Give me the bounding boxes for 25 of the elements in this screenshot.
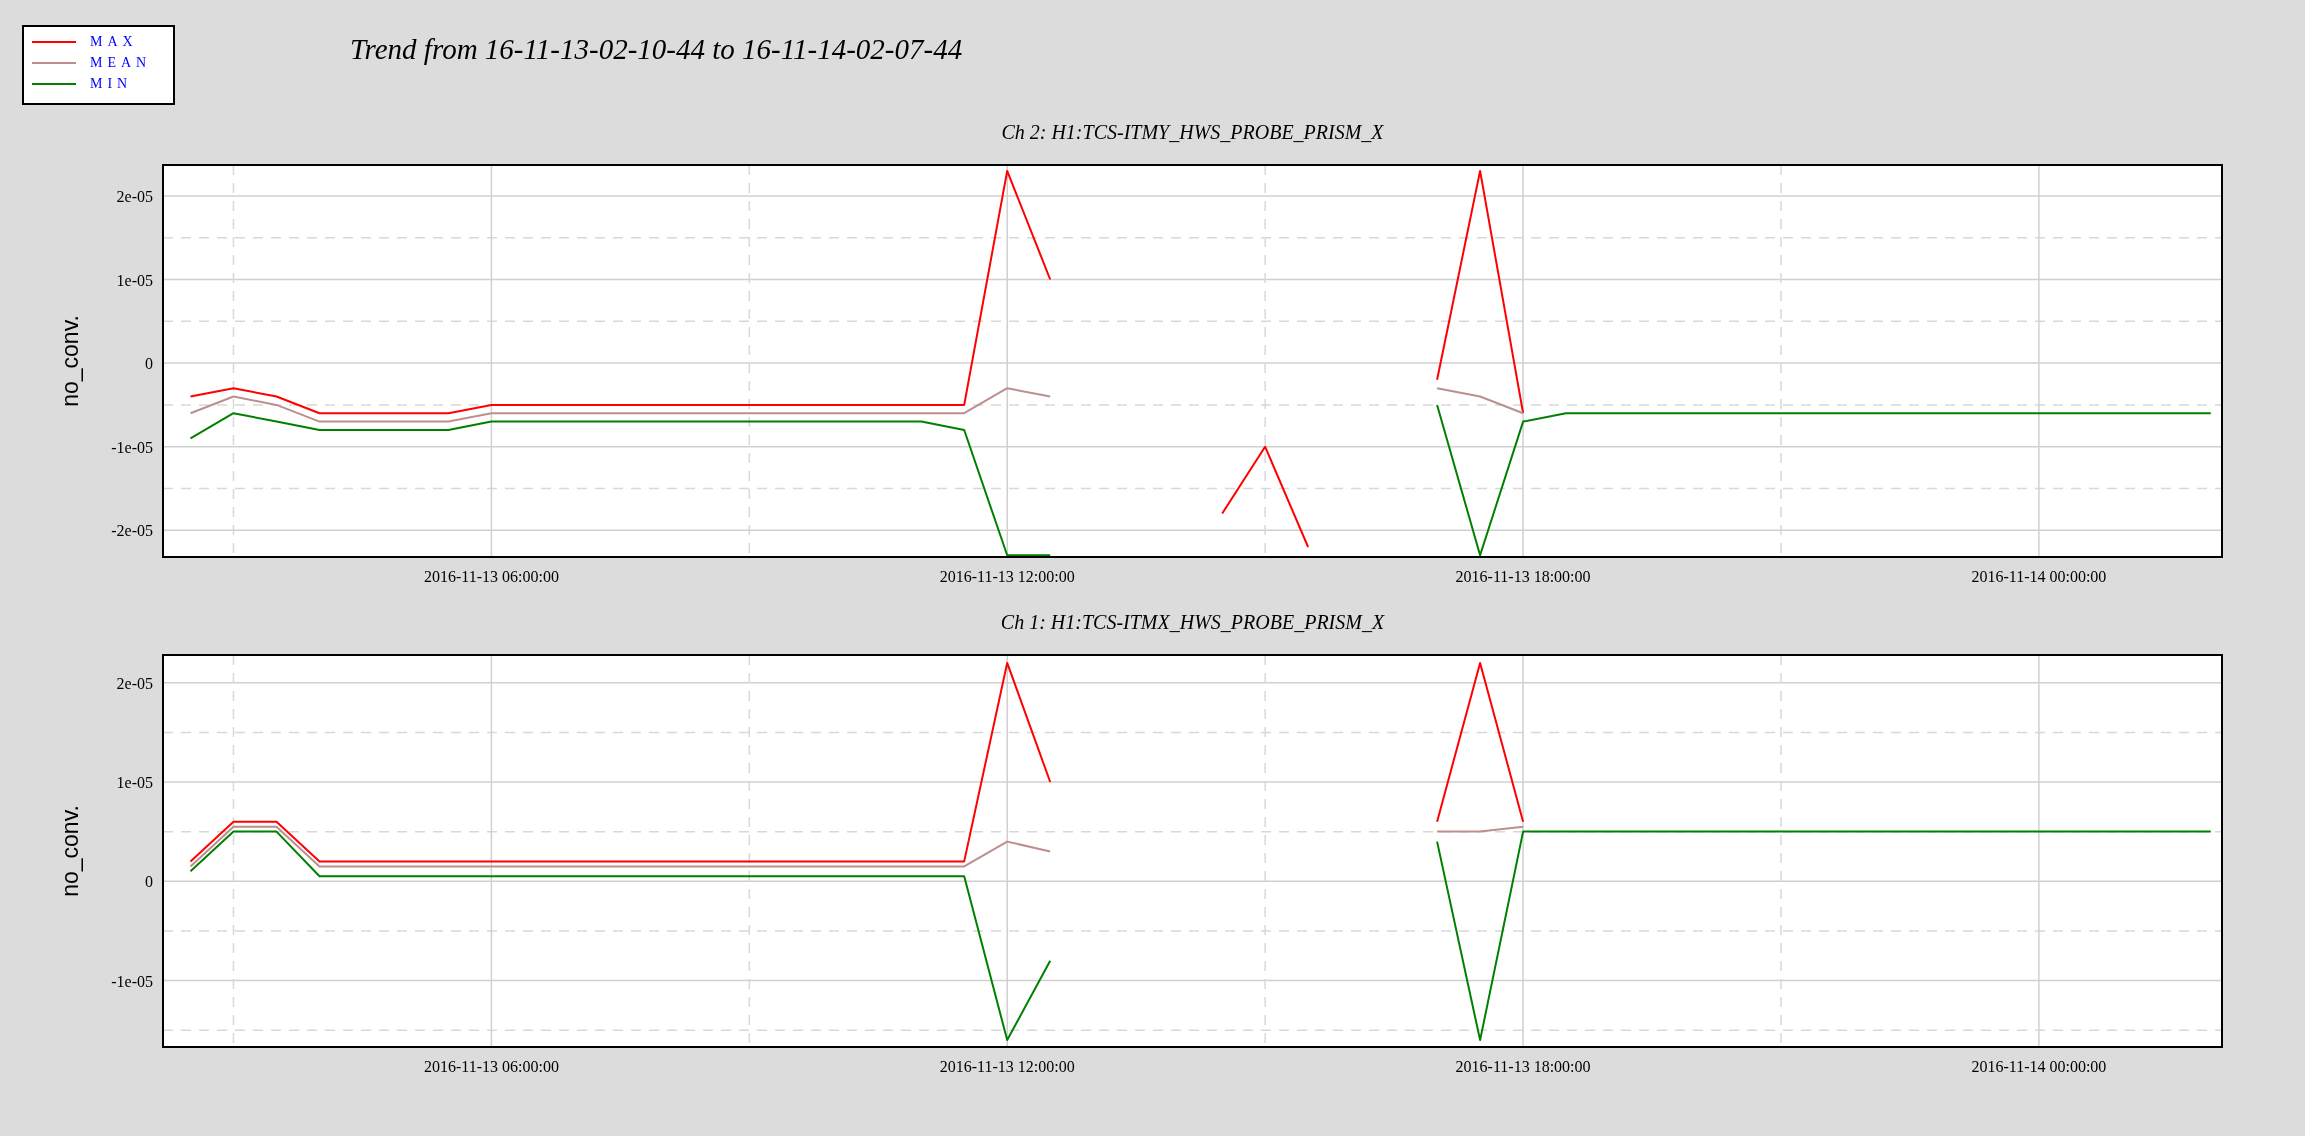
tick-label: 0 — [145, 873, 153, 891]
tick-label: 2016-11-13 18:00:00 — [1455, 1058, 1591, 1075]
tick-label: 2016-11-13 12:00:00 — [939, 1058, 1075, 1075]
tick-label: 2016-11-13 12:00:00 — [939, 568, 1075, 585]
tick-label: 2e-05 — [116, 187, 153, 205]
axis-label: no_conv. — [57, 805, 83, 897]
legend-label: MIN — [90, 75, 133, 93]
tick-label: 2016-11-13 18:00:00 — [1455, 568, 1591, 585]
chart-title: Ch 2: H1:TCS-ITMY_HWS_PROBE_PRISM_X — [1001, 121, 1384, 143]
legend-label: MAX — [90, 33, 138, 51]
tick-label: 0 — [145, 355, 153, 373]
legend-label: MEAN — [90, 54, 152, 72]
tick-label: 2016-11-13 06:00:00 — [423, 1058, 559, 1075]
tick-label: -1e-05 — [111, 972, 153, 990]
tick-label: 1e-05 — [116, 271, 153, 289]
tick-label: 2016-11-13 06:00:00 — [423, 568, 559, 585]
tick-label: -1e-05 — [111, 438, 153, 456]
axis-label: no_conv. — [57, 315, 83, 407]
tick-label: -2e-05 — [111, 522, 153, 540]
tick-label: 1e-05 — [116, 774, 153, 792]
tick-label: 2016-11-14 00:00:00 — [1971, 568, 2107, 585]
chart-title: Ch 1: H1:TCS-ITMX_HWS_PROBE_PRISM_X — [1000, 611, 1385, 633]
tick-label: 2e-05 — [116, 674, 153, 692]
trend-title: Trend from 16-11-13-02-10-44 to 16-11-14-02-07-44 — [350, 33, 963, 66]
tick-label: 2016-11-14 00:00:00 — [1971, 1058, 2107, 1075]
